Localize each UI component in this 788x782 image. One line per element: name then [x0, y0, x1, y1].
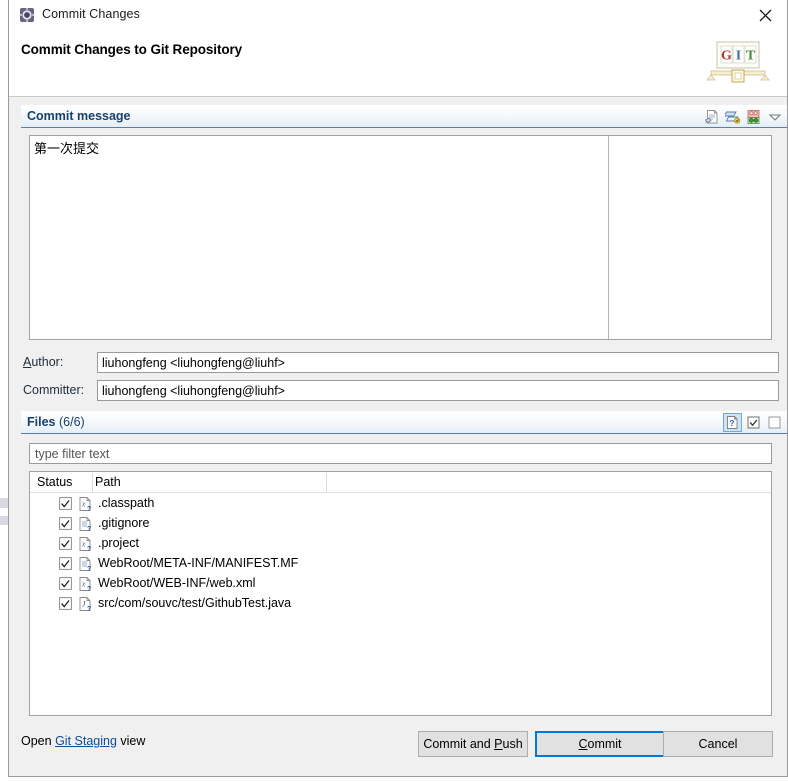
files-table: Status Path x? .classpath? .gitignore x? .pr…	[29, 471, 772, 716]
committer-input[interactable]: liuhongfeng <liuhongfeng@liuhf>	[97, 380, 779, 401]
svg-text:I: I	[736, 49, 741, 64]
add-signed-off-by-icon[interactable]	[702, 107, 721, 126]
row-path-label: src/com/souvc/test/GithubTest.java	[98, 596, 292, 610]
dialog-footer: Open Git Staging view Commit and Push Co…	[9, 717, 787, 776]
files-toolbar: ?	[723, 413, 784, 432]
svg-text:T: T	[746, 49, 756, 64]
filter-input[interactable]: type filter text	[29, 443, 772, 464]
xml-file-untracked-icon: x?	[78, 496, 93, 513]
commit-message-section-header: Commit message	[21, 105, 787, 128]
open-git-staging-line: Open Git Staging view	[21, 734, 145, 748]
files-section-label: Files (6/6)	[27, 415, 85, 429]
row-path-label: WebRoot/WEB-INF/web.xml	[98, 576, 256, 590]
cancel-button[interactable]: Cancel	[663, 731, 773, 757]
add-change-id-icon[interactable]	[723, 107, 742, 126]
table-row[interactable]: ? WebRoot/META-INF/MANIFEST.MF	[30, 554, 771, 574]
author-label: Author:	[23, 355, 64, 369]
table-row[interactable]: x? .project	[30, 534, 771, 554]
deselect-all-icon[interactable]	[765, 413, 784, 432]
staging-suffix: view	[116, 734, 146, 748]
row-checkbox[interactable]	[59, 597, 72, 610]
files-section-header: Files (6/6) ?	[21, 411, 787, 434]
row-path-label: WebRoot/META-INF/MANIFEST.MF	[98, 556, 299, 570]
column-separator[interactable]	[92, 473, 93, 492]
table-row[interactable]: x? .classpath	[30, 494, 771, 514]
row-checkbox[interactable]	[59, 557, 72, 570]
files-label-text: Files	[27, 415, 56, 429]
filter-placeholder: type filter text	[35, 447, 110, 461]
committer-row: Committer: liuhongfeng <liuhongfeng@liuh…	[23, 380, 779, 401]
commit-message-toolbar	[702, 107, 784, 126]
row-checkbox[interactable]	[59, 537, 72, 550]
text-file-untracked-icon: ?	[78, 516, 93, 533]
svg-text:?: ?	[87, 526, 91, 532]
svg-text:?: ?	[87, 586, 91, 592]
java-file-untracked-icon: J?	[78, 596, 93, 613]
commit-changes-dialog: Commit Changes Commit Changes to Git Rep…	[8, 0, 788, 777]
row-checkbox[interactable]	[59, 577, 72, 590]
author-input[interactable]: liuhongfeng <liuhongfeng@liuhf>	[97, 352, 779, 373]
table-row[interactable]: J? src/com/souvc/test/GithubTest.java	[30, 594, 771, 614]
svg-text:G: G	[721, 49, 732, 64]
dialog-title: Commit Changes	[42, 7, 140, 21]
commit-message-value: 第一次提交	[34, 141, 100, 156]
xml-file-untracked-icon: x?	[78, 536, 93, 553]
column-header-status[interactable]: Status	[37, 475, 72, 489]
files-count: (6/6)	[58, 415, 85, 429]
commit-and-push-button[interactable]: Commit and Push	[418, 731, 528, 757]
svg-text:?: ?	[730, 419, 735, 428]
svg-text:?: ?	[87, 546, 91, 552]
committer-value: liuhongfeng <liuhongfeng@liuhf>	[102, 384, 285, 398]
table-row[interactable]: x? WebRoot/WEB-INF/web.xml	[30, 574, 771, 594]
svg-text:J: J	[82, 600, 86, 609]
select-all-icon[interactable]	[744, 413, 763, 432]
chevron-down-icon[interactable]	[765, 107, 784, 126]
xml-file-untracked-icon: x?	[78, 576, 93, 593]
row-checkbox[interactable]	[59, 517, 72, 530]
row-path-label: .project	[98, 536, 139, 550]
git-staging-link[interactable]: Git Staging	[55, 734, 117, 748]
commit-and-push-label: Commit and Push	[423, 737, 523, 751]
close-icon[interactable]	[743, 0, 787, 31]
show-untracked-files-icon[interactable]: ?	[723, 413, 742, 432]
row-path-label: .classpath	[98, 496, 155, 510]
git-banner-icon: G I T	[705, 34, 771, 90]
row-checkbox[interactable]	[59, 497, 72, 510]
svg-text:x: x	[81, 500, 86, 509]
commit-message-section-label: Commit message	[27, 109, 131, 123]
committer-label: Committer:	[23, 383, 85, 397]
files-table-header: Status Path	[30, 472, 771, 493]
svg-text:?: ?	[87, 566, 91, 572]
commit-message-margin-guide	[608, 136, 609, 339]
cancel-label: Cancel	[698, 737, 738, 751]
svg-text:?: ?	[87, 506, 91, 512]
commit-message-input[interactable]: 第一次提交	[29, 135, 772, 340]
row-path-label: .gitignore	[98, 516, 150, 530]
table-row[interactable]: ? .gitignore	[30, 514, 771, 534]
column-separator[interactable]	[326, 473, 327, 492]
page-title: Commit Changes to Git Repository	[21, 42, 243, 57]
text-file-untracked-icon: ?	[78, 556, 93, 573]
svg-text:?: ?	[87, 606, 91, 612]
svg-text:x: x	[81, 580, 86, 589]
commit-button[interactable]: Commit	[535, 731, 665, 757]
author-value: liuhongfeng <liuhongfeng@liuhf>	[102, 356, 285, 370]
dialog-titlebar: Commit Changes	[9, 0, 787, 31]
commit-label: Commit	[578, 737, 622, 751]
svg-text:x: x	[81, 540, 86, 549]
files-table-body: x? .classpath? .gitignore x? .project? WebRoo…	[30, 494, 771, 614]
staging-prefix: Open	[21, 734, 56, 748]
dialog-header-band: Commit Changes to Git Repository G I T	[9, 31, 787, 97]
author-row: Author: liuhongfeng <liuhongfeng@liuhf>	[23, 352, 779, 373]
amend-previous-commit-icon[interactable]	[744, 107, 763, 126]
column-header-path[interactable]: Path	[95, 475, 121, 489]
commit-changes-icon	[19, 7, 35, 23]
